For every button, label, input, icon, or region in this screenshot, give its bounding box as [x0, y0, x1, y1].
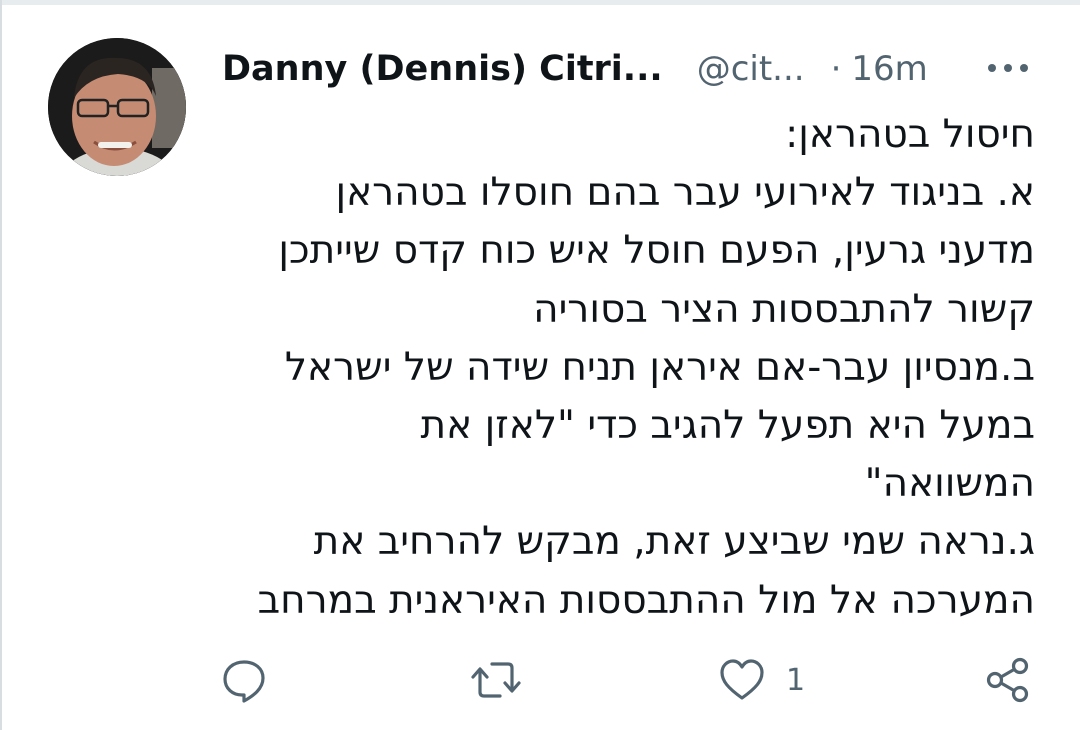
tweet-text-line: המשוואה": [864, 461, 1035, 507]
tweet-text-line: מדעני גרעין, הפעם חוסל איש כוח קדס שייתכ…: [278, 228, 1035, 274]
tweet-text: חיסול בטהראן: א. בניגוד לאירועי עבר בהם …: [205, 106, 1035, 630]
reply-button[interactable]: [220, 650, 268, 710]
author-name[interactable]: Danny (Dennis) Citri...: [222, 49, 663, 89]
tweet-text-line: המערכה אל מול ההתבססות האיראנית במרחב: [257, 577, 1035, 623]
left-divider: [0, 0, 2, 730]
like-count: 1: [786, 662, 806, 698]
retweet-icon: [471, 662, 521, 698]
top-divider: [0, 0, 1080, 5]
retweet-button[interactable]: [470, 650, 522, 710]
tweet-text-line: א. בניגוד לאירועי עבר בהם חוסלו בטהראן: [335, 170, 1035, 216]
share-button[interactable]: [984, 650, 1032, 710]
tweet-timestamp[interactable]: 16m: [851, 49, 927, 89]
tweet-actions: 1: [0, 650, 1080, 710]
author-handle[interactable]: @cit...: [697, 49, 805, 89]
heart-icon: [720, 659, 764, 700]
tweet-text-line: ג.נראה שמי שביצע זאת, מבקש להרחיב את: [313, 519, 1035, 565]
avatar-photo: [48, 38, 186, 176]
reply-bubble-icon: [223, 660, 265, 703]
avatar[interactable]: [48, 38, 186, 176]
share-icon: [986, 657, 1029, 703]
tweet-text-line: חיסול בטהראן:: [785, 112, 1035, 157]
more-options-button[interactable]: [986, 58, 1030, 78]
tweet-text-line: במעל היא תפעל להגיב כדי "לאזן את: [420, 403, 1035, 449]
tweet-header: Danny (Dennis) Citri... @cit... · 16m: [222, 46, 1042, 92]
tweet-text-line: ב.מנסיון עבר-אם איראן תניח שידה של ישראל: [284, 344, 1035, 390]
header-separator: ·: [830, 49, 842, 89]
like-button[interactable]: 1: [718, 650, 805, 710]
tweet-text-line: קשור להתבססות הציר בסוריה: [533, 286, 1035, 332]
more-dots-icon: [988, 64, 1028, 72]
